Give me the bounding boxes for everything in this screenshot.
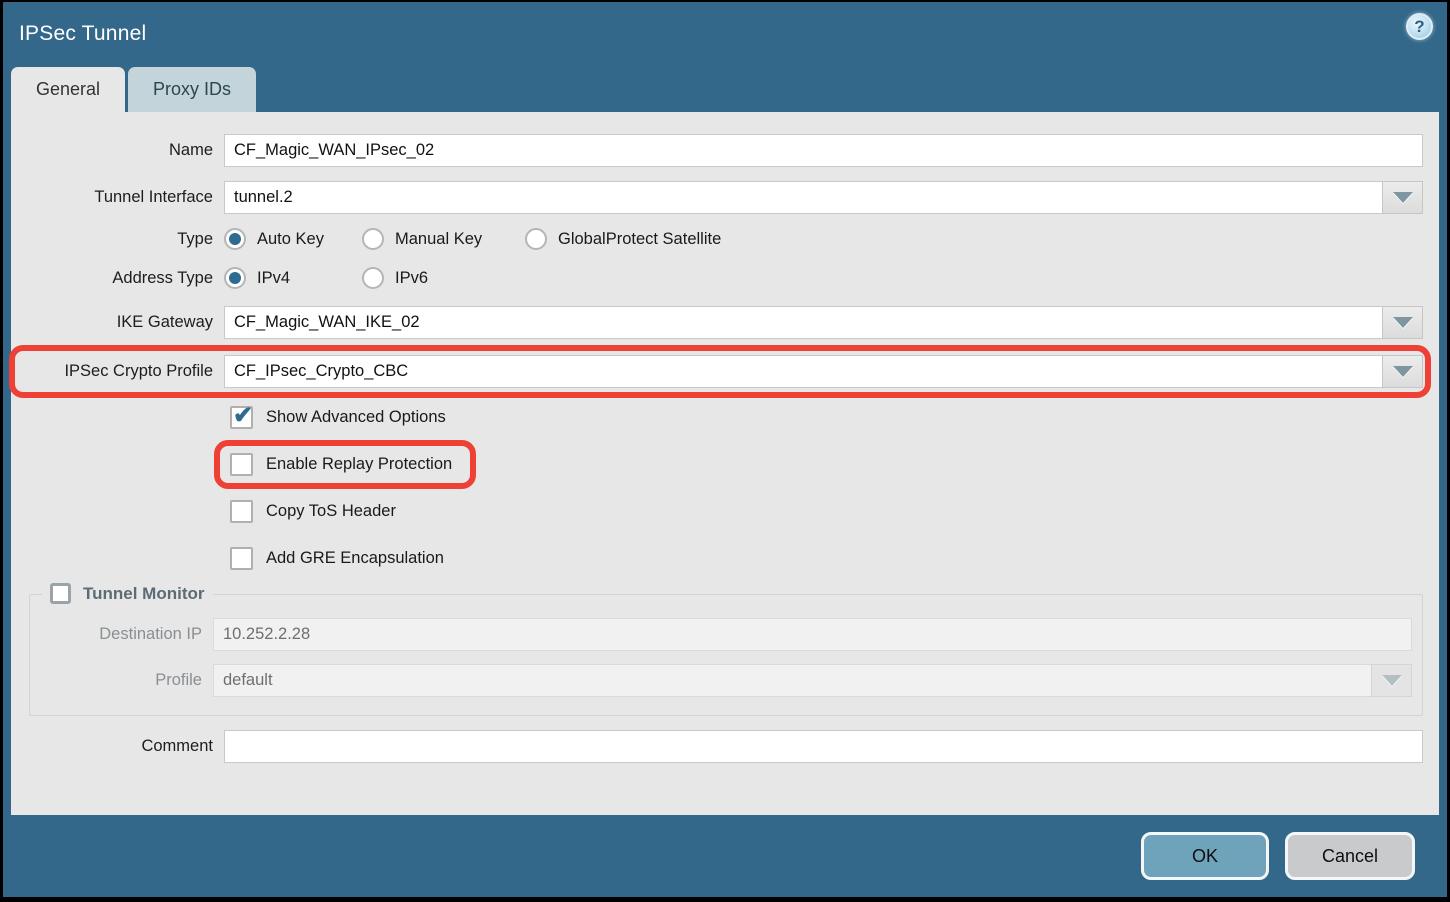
dialog-footer: OK Cancel [3,815,1447,897]
radio-selected-icon [224,267,246,289]
tunnel-interface-input[interactable] [224,181,1382,214]
comment-row: Comment [11,730,1423,763]
dialog-title: IPSec Tunnel [19,22,146,46]
help-icon[interactable]: ? [1406,13,1433,40]
comment-label: Comment [11,737,213,756]
enable-replay-protection-checkbox[interactable]: Enable Replay Protection [230,453,452,476]
ike-gateway-row: IKE Gateway [11,306,1423,339]
type-option-globalprotect-satellite[interactable]: GlobalProtect Satellite [525,228,721,250]
ok-button[interactable]: OK [1141,832,1269,880]
address-type-label: Address Type [11,269,213,288]
tunnel-monitor-group: Tunnel Monitor Destination IP Profile [29,594,1423,716]
radio-selected-icon [224,228,246,250]
type-row: Type Auto Key Manual Key GlobalProtect S… [11,228,1423,250]
chevron-down-icon [1393,192,1413,203]
tunnel-monitor-checkbox[interactable]: Tunnel Monitor [42,583,213,604]
copy-tos-header-checkbox[interactable]: Copy ToS Header [230,500,396,523]
tunnel-interface-label: Tunnel Interface [11,188,213,207]
checkbox-icon [230,453,253,476]
checkbox-icon [230,547,253,570]
destination-ip-label: Destination IP [30,625,202,644]
type-option-manual-key[interactable]: Manual Key [362,228,525,250]
radio-icon [525,228,547,250]
tunnel-interface-row: Tunnel Interface [11,181,1423,214]
add-gre-encapsulation-checkbox[interactable]: Add GRE Encapsulation [230,547,444,570]
tab-proxy-ids[interactable]: Proxy IDs [128,67,256,112]
checkbox-icon [230,500,253,523]
chevron-down-icon [1393,366,1413,377]
type-option-auto-key[interactable]: Auto Key [224,228,362,250]
ike-gateway-input[interactable] [224,306,1382,339]
tunnel-interface-dropdown-button[interactable] [1382,181,1423,214]
checkbox-icon [50,583,71,604]
ipsec-crypto-profile-dropdown-button[interactable] [1382,355,1423,388]
cancel-button[interactable]: Cancel [1285,832,1415,880]
profile-dropdown-button [1371,664,1412,697]
tab-general[interactable]: General [11,67,125,112]
radio-icon [362,228,384,250]
ipsec-crypto-profile-label: IPSec Crypto Profile [11,362,213,381]
comment-input[interactable] [224,730,1423,763]
checkbox-checked-icon [230,406,253,429]
ipsec-crypto-profile-input[interactable] [224,355,1382,388]
ike-gateway-dropdown-button[interactable] [1382,306,1423,339]
chevron-down-icon [1393,317,1413,328]
ipsec-tunnel-dialog: IPSec Tunnel ? General Proxy IDs Name Tu… [3,2,1447,897]
address-type-option-ipv6[interactable]: IPv6 [362,267,525,289]
tab-bar: General Proxy IDs [3,66,1447,112]
profile-row: Profile [30,664,1412,697]
destination-ip-row: Destination IP [30,618,1412,651]
profile-input [213,664,1371,697]
general-tab-panel: Name Tunnel Interface Type Auto Key [11,112,1439,815]
name-input[interactable] [224,134,1423,167]
profile-label: Profile [30,671,202,690]
title-bar: IPSec Tunnel ? [3,2,1447,66]
ike-gateway-label: IKE Gateway [11,313,213,332]
address-type-row: Address Type IPv4 IPv6 [11,267,1423,289]
destination-ip-input [213,618,1412,651]
ipsec-crypto-profile-row: IPSec Crypto Profile [11,355,1423,388]
name-label: Name [11,141,213,160]
address-type-option-ipv4[interactable]: IPv4 [224,267,362,289]
name-row: Name [11,134,1423,167]
chevron-down-icon [1382,675,1402,686]
show-advanced-options-checkbox[interactable]: Show Advanced Options [230,406,446,429]
type-label: Type [11,230,213,249]
radio-icon [362,267,384,289]
